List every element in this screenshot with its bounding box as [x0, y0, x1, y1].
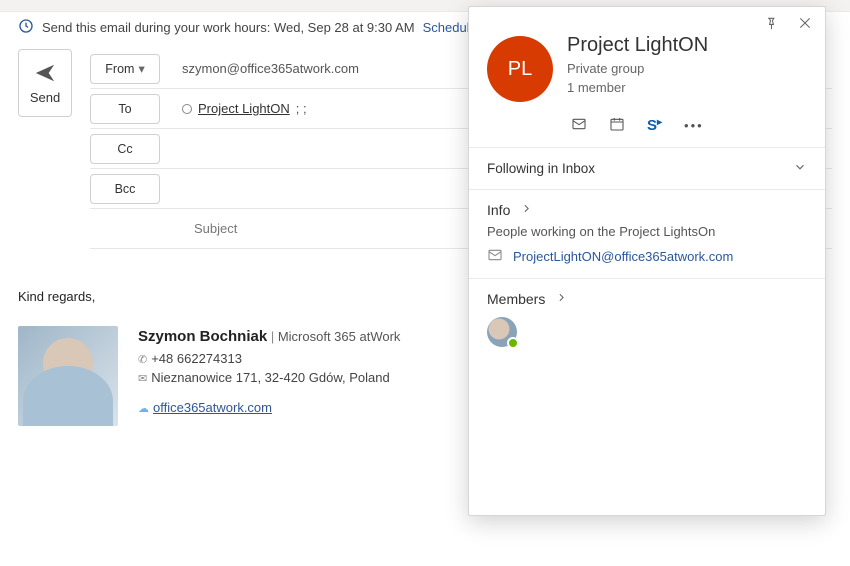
- from-label: From: [105, 62, 134, 76]
- chevron-down-icon: ▾: [138, 61, 144, 76]
- sharepoint-icon[interactable]: S▸: [647, 117, 662, 134]
- send-button[interactable]: Send: [18, 49, 72, 117]
- contact-card: PL Project LightON Private group 1 membe…: [468, 6, 826, 516]
- send-label: Send: [30, 90, 60, 105]
- pin-icon[interactable]: [759, 13, 783, 36]
- send-icon: [34, 62, 56, 84]
- to-suffix: ; ;: [296, 101, 307, 116]
- signature-link[interactable]: office365atwork.com: [153, 400, 272, 415]
- chevron-down-icon[interactable]: [793, 160, 807, 177]
- group-avatar: PL: [487, 36, 553, 102]
- group-initials: PL: [508, 58, 532, 81]
- cc-button[interactable]: Cc: [90, 134, 160, 164]
- info-description: People working on the Project LightsOn: [487, 224, 807, 239]
- bcc-button[interactable]: Bcc: [90, 174, 160, 204]
- chevron-right-icon: [555, 291, 568, 307]
- envelope-icon: [487, 247, 503, 266]
- signature-phone: +48 662274313: [151, 351, 242, 366]
- from-value[interactable]: szymon@office365atwork.com: [160, 61, 359, 76]
- close-icon[interactable]: [793, 13, 817, 36]
- group-member-count: 1 member: [567, 80, 708, 95]
- cloud-icon: ☁: [138, 403, 149, 415]
- phone-icon: ✆: [138, 354, 147, 366]
- chevron-right-icon: [520, 202, 533, 218]
- members-label: Members: [487, 291, 545, 307]
- info-header[interactable]: Info: [487, 202, 807, 218]
- subject-label: Subject: [194, 221, 237, 236]
- signature-org: Microsoft 365 atWork: [278, 329, 401, 344]
- envelope-icon: ✉: [138, 373, 147, 385]
- cc-label: Cc: [117, 142, 132, 156]
- mail-icon[interactable]: [571, 116, 587, 135]
- to-field[interactable]: Project LightON ; ;: [160, 101, 307, 116]
- member-avatar[interactable]: [487, 317, 517, 347]
- group-type: Private group: [567, 61, 708, 76]
- to-recipient[interactable]: Project LightON: [198, 101, 290, 116]
- group-title: Project LightON: [567, 34, 708, 57]
- members-header[interactable]: Members: [487, 291, 807, 307]
- following-label: Following in Inbox: [487, 161, 595, 176]
- recipient-icon: [182, 104, 192, 114]
- group-email-link[interactable]: ProjectLightON@office365atwork.com: [513, 249, 733, 264]
- clock-icon: [18, 18, 34, 37]
- signature-name: Szymon Bochniak: [138, 328, 267, 345]
- bcc-label: Bcc: [115, 182, 136, 196]
- more-icon[interactable]: •••: [684, 118, 704, 133]
- to-label: To: [118, 102, 131, 116]
- info-label: Info: [487, 202, 510, 218]
- to-button[interactable]: To: [90, 94, 160, 124]
- presence-available-icon: [507, 337, 519, 349]
- signature-address: Nieznanowice 171, 32-420 Gdów, Poland: [151, 370, 390, 385]
- from-button[interactable]: From ▾: [90, 54, 160, 84]
- calendar-icon[interactable]: [609, 116, 625, 135]
- signature-photo: [18, 326, 118, 426]
- schedule-suggestion-text: Send this email during your work hours: …: [42, 20, 415, 35]
